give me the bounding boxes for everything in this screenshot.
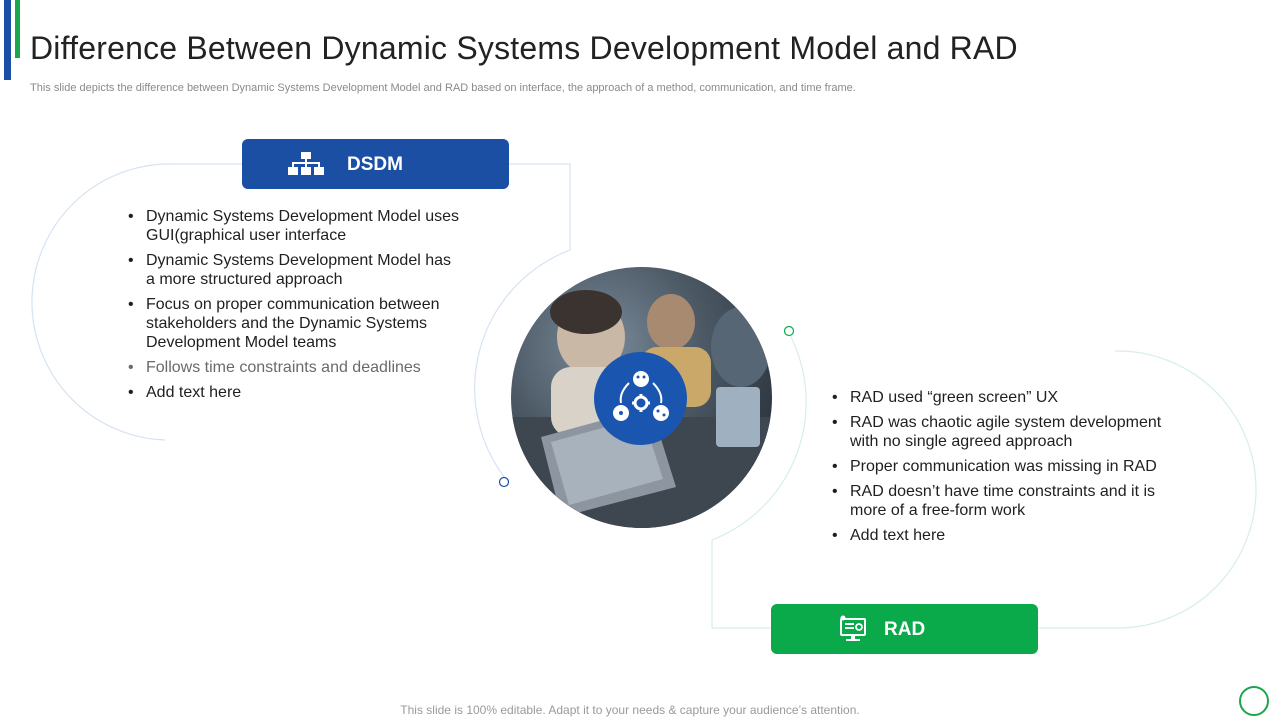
list-item: Add text here [832,526,1162,545]
rad-points: RAD used “green screen” UX RAD was chaot… [832,388,1162,551]
footer-note: This slide is 100% editable. Adapt it to… [400,703,860,717]
rad-label: RAD [884,619,926,640]
list-item: Focus on proper communication between st… [128,295,463,352]
list-item: Add text here [128,383,463,402]
rad-header: RAD [771,604,1038,654]
dsdm-label: DSDM [347,154,403,175]
center-badge [594,352,687,445]
list-item: Dynamic Systems Development Model uses G… [128,207,463,245]
org-chart-icon [288,152,324,176]
list-item: RAD used “green screen” UX [832,388,1162,407]
list-item: RAD doesn’t have time constraints and it… [832,482,1162,520]
workflow-gear-icon [612,370,669,421]
list-item: RAD was chaotic agile system development… [832,413,1162,451]
list-item: Follows time constraints and deadlines [128,358,463,377]
dsdm-header: DSDM [242,139,509,189]
list-item: Dynamic Systems Development Model has a … [128,251,463,289]
corner-circle [1239,686,1269,716]
list-item: Proper communication was missing in RAD [832,457,1162,476]
dsdm-points: Dynamic Systems Development Model uses G… [128,207,463,408]
computer-settings-icon [839,615,867,643]
